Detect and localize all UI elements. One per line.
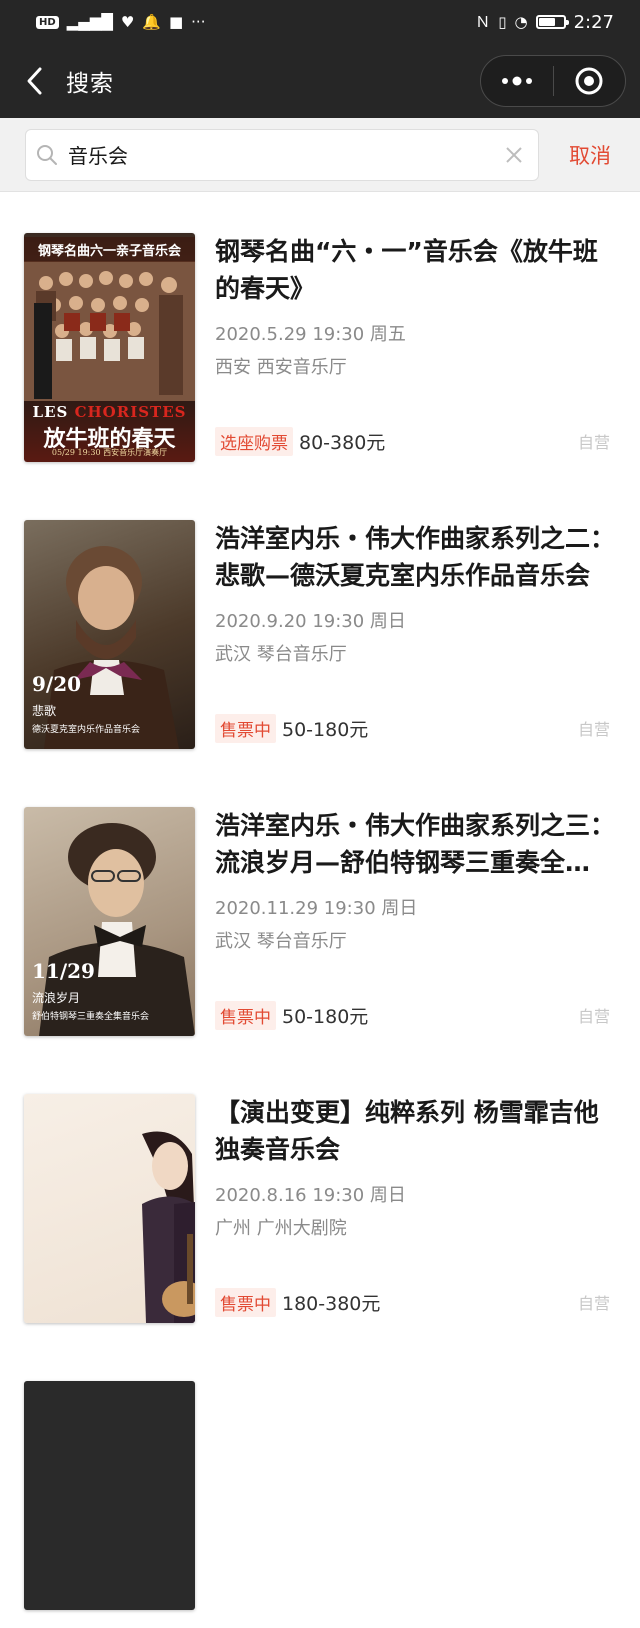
poster-top-text: 钢琴名曲六一亲子音乐会 — [24, 237, 195, 262]
event-date: 2020.11.29 19:30 周日 — [215, 898, 418, 919]
clock-icon: ◔ — [514, 12, 528, 31]
mini-program-capsule — [480, 55, 626, 107]
status-badge: 选座购票 — [215, 426, 293, 456]
poster-image: 9/20 悲歌 德沃夏克室内乐作品音乐会 — [24, 520, 195, 749]
poster-image — [24, 1094, 195, 1323]
poster-date-text: 11/29 — [32, 959, 95, 983]
app-notification-icon: ■ — [168, 12, 184, 31]
event-title: 浩洋室内乐・伟大作曲家系列之二：悲歌—德沃夏克室内乐作品音乐会 — [215, 524, 615, 590]
self-operated-label: 自营 — [577, 1294, 610, 1313]
more-notifications-icon: ··· — [191, 12, 206, 31]
event-price: 180-380元 — [282, 1292, 381, 1315]
event-price: 50-180元 — [282, 1005, 369, 1028]
event-bottom-row: 售票中 180-380元 自营 — [215, 1287, 610, 1317]
self-operated-label: 自营 — [577, 433, 610, 452]
poster-image: 钢琴名曲六一亲子音乐会 LES CHORISTES 放牛班的春天 05/29 1… — [24, 233, 195, 462]
battery-icon — [535, 15, 569, 29]
hd-badge: HD — [36, 15, 59, 29]
event-date: 2020.9.20 19:30 周日 — [215, 611, 406, 632]
signal-icon: ▂▄▆█ — [66, 12, 113, 31]
event-info: 钢琴名曲“六・一”音乐会《放牛班的春天》 2020.5.29 19:30 周五 … — [215, 233, 615, 462]
event-price: 80-380元 — [299, 431, 386, 454]
event-bottom-row: 选座购票 80-380元 自营 — [215, 426, 610, 456]
event-title: 【演出变更】纯粹系列 杨雪霏吉他独奏音乐会 — [215, 1098, 599, 1164]
event-date: 2020.5.29 19:30 周五 — [215, 324, 406, 345]
poster-les-text: LES CHORISTES — [24, 403, 195, 421]
search-input[interactable] — [68, 134, 488, 175]
event-bottom-row: 售票中 50-180元 自营 — [215, 713, 610, 743]
chevron-left-icon — [27, 67, 42, 95]
event-venue: 广州 广州大剧院 — [215, 1218, 347, 1239]
clear-icon[interactable] — [502, 143, 526, 167]
page-title: 搜索 — [66, 71, 114, 97]
poster-small-text: 05/29 19:30 西安音乐厅演奏厅 — [51, 448, 168, 457]
status-badge: 售票中 — [215, 1287, 276, 1317]
poster-choristes: CHORISTES — [74, 403, 187, 421]
self-operated-label: 自营 — [577, 1007, 610, 1026]
status-badge: 售票中 — [215, 713, 276, 743]
battery-level — [538, 18, 556, 26]
status-right: Ｎ ▯ ◔ 2:27 — [475, 12, 614, 33]
status-left: HD ▂▄▆█ ♥ 🔔 ■ ··· — [36, 12, 206, 31]
bell-icon: 🔔 — [142, 12, 161, 31]
status-time: 2:27 — [573, 11, 614, 33]
more-button[interactable] — [481, 56, 553, 106]
search-area: 取消 — [0, 118, 640, 192]
event-bottom-row: 售票中 50-180元 自营 — [215, 1000, 610, 1030]
poster-les-prefix: LES — [32, 403, 75, 421]
poster-sub2-text: 舒伯特钢琴三重奏全集音乐会 — [32, 1012, 150, 1022]
list-item[interactable]: 11/29 流浪岁月 舒伯特钢琴三重奏全集音乐会 浩洋室内乐・伟大作曲家系列之三… — [0, 767, 640, 1054]
poster-sub-text: 流浪岁月 — [32, 991, 81, 1005]
event-price: 50-180元 — [282, 718, 369, 741]
event-venue: 西安 西安音乐厅 — [215, 357, 347, 378]
event-date: 2020.8.16 19:30 周日 — [215, 1185, 406, 1206]
nfc-icon: Ｎ — [475, 12, 491, 31]
self-operated-label: 自营 — [577, 720, 610, 739]
list-item[interactable]: 【演出变更】纯粹系列 杨雪霏吉他独奏音乐会 2020.8.16 19:30 周日… — [0, 1054, 640, 1341]
event-title: 浩洋室内乐・伟大作曲家系列之三：流浪岁月—舒伯特钢琴三重奏全集音乐会 — [215, 811, 615, 877]
poster-sub2-text: 德沃夏克室内乐作品音乐会 — [32, 725, 141, 735]
status-bar: HD ▂▄▆█ ♥ 🔔 ■ ··· Ｎ ▯ ◔ 2:27 — [0, 0, 640, 44]
poster-date-text: 9/20 — [32, 672, 82, 696]
search-box — [25, 128, 539, 181]
event-info: 【演出变更】纯粹系列 杨雪霏吉他独奏音乐会 2020.8.16 19:30 周日… — [215, 1094, 615, 1323]
event-venue: 武汉 琴台音乐厅 — [215, 644, 347, 665]
event-info: 浩洋室内乐・伟大作曲家系列之三：流浪岁月—舒伯特钢琴三重奏全集音乐会 2020.… — [215, 807, 615, 1036]
status-badge: 售票中 — [215, 1000, 276, 1030]
search-icon — [34, 144, 60, 166]
list-item[interactable]: 钢琴名曲六一亲子音乐会 LES CHORISTES 放牛班的春天 05/29 1… — [0, 193, 640, 480]
event-venue: 武汉 琴台音乐厅 — [215, 931, 347, 952]
heart-icon: ♥ — [120, 12, 135, 31]
close-mini-program-button[interactable] — [554, 56, 626, 106]
event-title: 钢琴名曲“六・一”音乐会《放牛班的春天》 — [215, 237, 598, 303]
vibrate-icon: ▯ — [498, 12, 507, 31]
event-info: 浩洋室内乐・伟大作曲家系列之二：悲歌—德沃夏克室内乐作品音乐会 2020.9.2… — [215, 520, 615, 749]
list-item[interactable]: 9/20 悲歌 德沃夏克室内乐作品音乐会 浩洋室内乐・伟大作曲家系列之二：悲歌—… — [0, 480, 640, 767]
back-button[interactable] — [4, 44, 66, 118]
results-list: 钢琴名曲六一亲子音乐会 LES CHORISTES 放牛班的春天 05/29 1… — [0, 193, 640, 1628]
poster-sub-text: 悲歌 — [32, 704, 57, 718]
cancel-button[interactable]: 取消 — [569, 140, 611, 170]
more-dots-icon — [501, 76, 532, 86]
poster-image — [24, 1381, 195, 1610]
target-circle-icon — [575, 67, 603, 95]
list-item[interactable] — [0, 1341, 640, 1628]
poster-image: 11/29 流浪岁月 舒伯特钢琴三重奏全集音乐会 — [24, 807, 195, 1036]
nav-bar: 搜索 — [0, 44, 640, 118]
